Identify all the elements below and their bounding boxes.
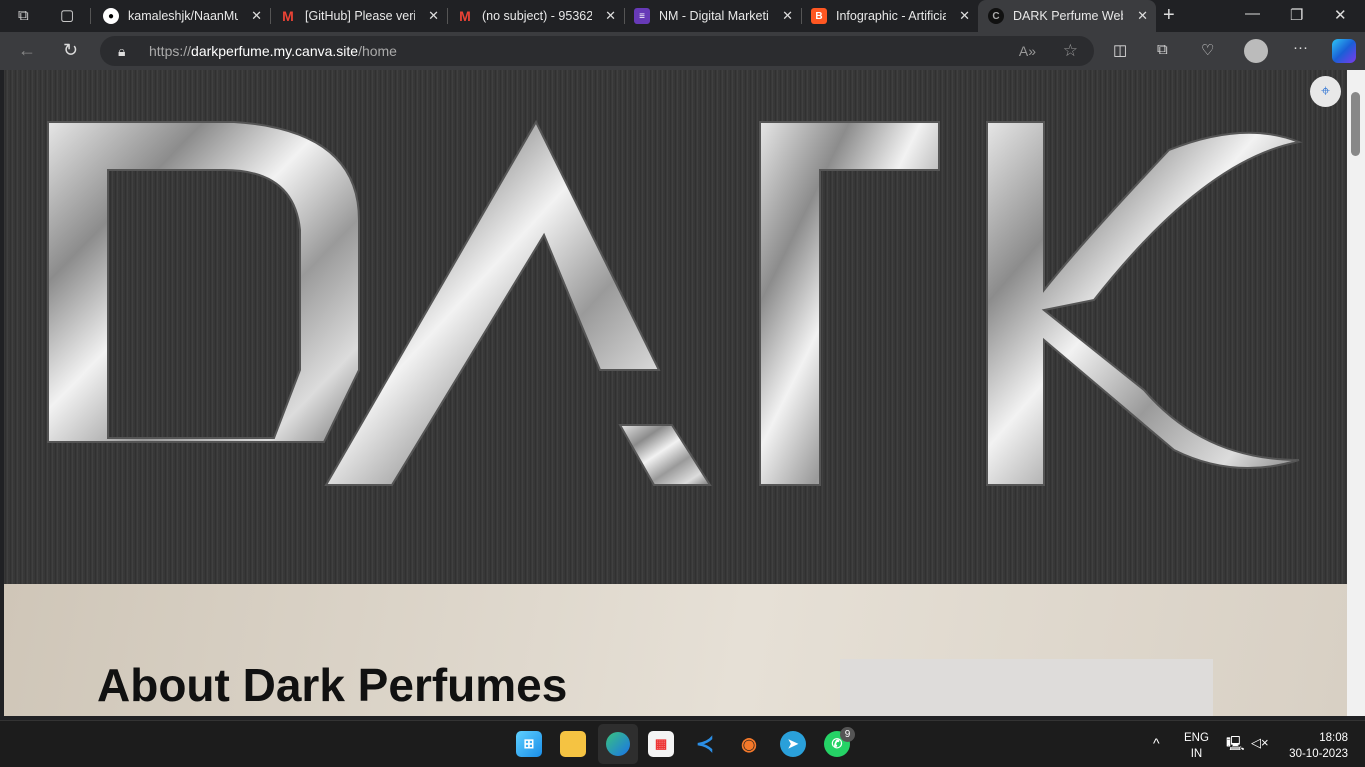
restore-icon[interactable]: ❐ — [1290, 6, 1303, 24]
back-icon[interactable]: ← — [18, 40, 36, 61]
vscode-icon[interactable]: ≺ — [692, 731, 718, 757]
close-tab-icon[interactable]: ✕ — [959, 8, 970, 24]
edge-taskbar-icon[interactable] — [598, 724, 638, 764]
address-bar-row: ← ↻ 🔒︎ https://darkperfume.my.canva.site… — [0, 32, 1365, 70]
read-aloud-icon[interactable]: A» — [1019, 36, 1036, 66]
about-heading: About Dark Perfumes — [97, 659, 568, 711]
new-tab-icon[interactable]: + — [1163, 4, 1175, 27]
forms-icon: ≡ — [634, 8, 650, 24]
tab-actions-icon[interactable]: ▢ — [60, 6, 74, 24]
copilot-icon[interactable] — [1332, 39, 1356, 63]
blender-icon[interactable]: ◉ — [736, 731, 762, 757]
page-content: About Dark Perfumes DARK — [4, 70, 1347, 716]
visual-search-icon[interactable]: ⌖ — [1310, 76, 1341, 107]
gmail-icon: M — [459, 8, 471, 24]
more-menu-icon[interactable]: ··· — [1293, 39, 1308, 56]
about-section: About Dark Perfumes DARK — [4, 584, 1347, 716]
canva-icon: C — [988, 8, 1004, 24]
about-product-image: DARK — [840, 659, 1213, 716]
dark-logo-image — [47, 119, 1303, 486]
scrollbar-thumb[interactable] — [1351, 92, 1360, 156]
tab-gmail-nosubject[interactable]: M (no subject) - 953620 ✕ — [447, 0, 624, 32]
close-tab-icon[interactable]: ✕ — [782, 8, 793, 24]
clock[interactable]: 18:08 30-10-2023 — [1289, 730, 1348, 762]
lock-icon[interactable]: 🔒︎ — [118, 36, 125, 66]
file-explorer-icon[interactable] — [560, 731, 586, 757]
collections-icon[interactable]: ⧉ — [1157, 41, 1168, 58]
tab-gmail-verify[interactable]: M [GitHub] Please verify ✕ — [270, 0, 447, 32]
browser-essentials-icon[interactable]: ♡ — [1201, 41, 1214, 59]
blogger-icon: B — [811, 8, 827, 24]
close-tab-icon[interactable]: ✕ — [605, 8, 616, 24]
language-indicator[interactable]: ENG IN — [1184, 730, 1209, 762]
close-tab-icon[interactable]: ✕ — [428, 8, 439, 24]
close-tab-icon[interactable]: ✕ — [251, 8, 262, 24]
github-icon: ● — [103, 8, 119, 24]
hero-banner — [4, 70, 1347, 584]
tray-expand-icon[interactable]: ^ — [1153, 735, 1160, 751]
close-tab-icon[interactable]: ✕ — [1137, 8, 1148, 24]
gmail-icon: M — [282, 8, 294, 24]
start-icon[interactable]: ⊞ — [516, 731, 542, 757]
tab-nm-digital[interactable]: ≡NM - Digital Marketing✕ — [624, 0, 801, 32]
page-scrollbar[interactable] — [1347, 70, 1365, 716]
store-icon[interactable]: ▦ — [648, 731, 674, 757]
tab-bar: ⧉ ▢ ● kamaleshjk/NaanMud ✕ M [GitHub] Pleas… — [0, 0, 1365, 32]
network-icon[interactable]: 🖳︎ — [1226, 735, 1245, 751]
tab-infographic[interactable]: B Infographic - Artificial ✕ — [801, 0, 978, 32]
tab-dark-perfume[interactable]: CDARK Perfume Website✕ — [978, 0, 1156, 32]
telegram-icon[interactable]: ➤ — [780, 731, 806, 757]
volume-muted-icon[interactable]: ◁× — [1251, 735, 1269, 751]
taskbar: ⊞ ▦ ≺ ◉ ➤ ✆ 9 ^ ENG IN 🖳︎ ◁× 18:08 30-10-2… — [0, 720, 1365, 767]
workspaces-icon[interactable]: ⧉ — [18, 7, 29, 24]
favorite-star-icon[interactable]: ☆ — [1063, 36, 1078, 66]
refresh-icon[interactable]: ↻ — [63, 40, 78, 61]
whatsapp-badge: 9 — [840, 727, 855, 742]
tab-github[interactable]: ● kamaleshjk/NaanMud ✕ — [93, 0, 270, 32]
profile-avatar-icon[interactable] — [1244, 39, 1268, 63]
minimize-icon[interactable]: — — [1245, 5, 1260, 22]
address-input[interactable]: 🔒︎ https://darkperfume.my.canva.site/hom… — [100, 36, 1094, 66]
close-window-icon[interactable]: ✕ — [1334, 6, 1347, 24]
split-screen-icon[interactable]: ◫ — [1113, 41, 1127, 59]
